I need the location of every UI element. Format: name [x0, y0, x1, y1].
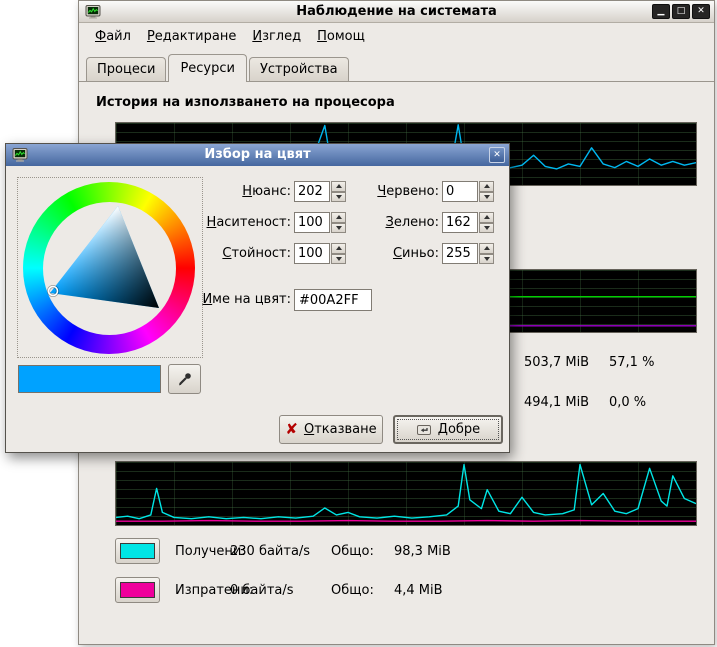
arrow-down-icon — [336, 226, 342, 230]
arrow-down-icon — [484, 257, 490, 261]
arrow-up-icon — [336, 184, 342, 188]
tab-resources[interactable]: Ресурси — [168, 54, 247, 82]
arrow-up-icon — [484, 184, 490, 188]
color-name-label: Име на цвят: — [186, 292, 291, 307]
cancel-button-label: Отказване — [304, 422, 377, 437]
received-color-swatch — [120, 543, 155, 559]
memory-percent: 57,1 % — [609, 355, 654, 370]
arrow-up-icon — [336, 246, 342, 250]
saturation-input[interactable] — [294, 212, 330, 233]
value-spin-up[interactable] — [331, 243, 346, 254]
main-titlebar[interactable]: Наблюдение на системата ▁ □ ✕ — [79, 1, 714, 23]
sent-rate: 0 байта/s — [230, 583, 294, 598]
eyedropper-button[interactable] — [168, 364, 201, 394]
minimize-button[interactable]: ▁ — [652, 4, 670, 19]
close-icon: ✕ — [697, 7, 705, 16]
received-total: 98,3 MiB — [394, 544, 451, 559]
color-name-input[interactable] — [294, 289, 372, 311]
saturation-spin-up[interactable] — [331, 212, 346, 223]
main-window-title: Наблюдение на системата — [79, 4, 714, 19]
hue-input[interactable] — [294, 181, 330, 202]
red-spin-up[interactable] — [479, 181, 494, 192]
tabstrip: Процеси Ресурси Устройства — [79, 53, 714, 82]
green-label: Зелено: — [356, 215, 439, 230]
swap-amount: 494,1 MiB — [524, 395, 589, 410]
minimize-icon: ▁ — [658, 7, 665, 16]
green-spin-down[interactable] — [479, 223, 494, 234]
sent-total: 4,4 MiB — [394, 583, 443, 598]
legend-row-sent: Изпратени: 0 байта/s Общо: 4,4 MiB — [115, 577, 695, 604]
enter-key-icon — [416, 422, 432, 438]
blue-spin-down[interactable] — [479, 254, 494, 265]
menu-file[interactable]: Файл — [87, 26, 139, 47]
value-input[interactable] — [294, 243, 330, 264]
cancel-button[interactable]: ✘ Отказване — [279, 415, 383, 444]
blue-spin-up[interactable] — [479, 243, 494, 254]
ok-button-label: Добре — [438, 422, 480, 437]
cancel-x-icon: ✘ — [285, 422, 298, 437]
memory-amount: 503,7 MiB — [524, 355, 589, 370]
hue-label: Нюанс: — [201, 184, 291, 199]
cpu-history-heading: История на използването на процесора — [96, 95, 395, 110]
sent-color-button[interactable] — [115, 577, 160, 603]
swap-percent: 0,0 % — [609, 395, 646, 410]
green-spinner — [479, 212, 494, 233]
menubar: Файл Редактиране Изглед Помощ — [79, 24, 714, 48]
arrow-up-icon — [336, 215, 342, 219]
received-total-label: Общо: — [331, 544, 374, 559]
sent-color-swatch — [120, 582, 155, 598]
hue-spin-up[interactable] — [331, 181, 346, 192]
ok-button[interactable]: Добре — [393, 415, 503, 444]
eyedropper-icon — [177, 371, 193, 387]
red-label: Червено: — [356, 184, 439, 199]
arrow-down-icon — [484, 226, 490, 230]
blue-spinner — [479, 243, 494, 264]
dialog-close-button[interactable]: ✕ — [489, 147, 505, 163]
network-history-graph — [115, 461, 697, 526]
saturation-value-triangle[interactable] — [18, 178, 204, 359]
saturation-label: Наситеност: — [201, 215, 291, 230]
arrow-down-icon — [336, 257, 342, 261]
arrow-down-icon — [336, 195, 342, 199]
menu-edit[interactable]: Редактиране — [139, 26, 244, 47]
hue-spin-down[interactable] — [331, 192, 346, 203]
desktop: Наблюдение на системата ▁ □ ✕ Файл Редак… — [0, 0, 717, 647]
value-label: Стойност: — [201, 246, 291, 261]
menu-view[interactable]: Изглед — [244, 26, 309, 47]
color-picker-dialog: Избор на цвят ✕ — [5, 143, 510, 453]
red-spinner — [479, 181, 494, 202]
value-spinner — [331, 243, 346, 264]
saturation-spin-down[interactable] — [331, 223, 346, 234]
legend-row-received: Получени: 230 байта/s Общо: 98,3 MiB — [115, 538, 695, 565]
green-spin-up[interactable] — [479, 212, 494, 223]
dialog-title: Избор на цвят — [6, 147, 509, 162]
sent-total-label: Общо: — [331, 583, 374, 598]
blue-label: Синьо: — [356, 246, 439, 261]
color-preview — [18, 365, 161, 393]
saturation-spinner — [331, 212, 346, 233]
tab-processes[interactable]: Процеси — [86, 57, 166, 81]
tab-devices[interactable]: Устройства — [249, 57, 349, 81]
arrow-up-icon — [484, 215, 490, 219]
dialog-titlebar[interactable]: Избор на цвят ✕ — [6, 144, 509, 166]
received-rate: 230 байта/s — [230, 544, 310, 559]
arrow-down-icon — [484, 195, 490, 199]
hue-spinner — [331, 181, 346, 202]
red-spin-down[interactable] — [479, 192, 494, 203]
maximize-icon: □ — [677, 7, 686, 16]
color-wheel-widget[interactable] — [17, 177, 203, 358]
menu-help[interactable]: Помощ — [309, 26, 373, 47]
received-color-button[interactable] — [115, 538, 160, 564]
value-spin-down[interactable] — [331, 254, 346, 265]
green-input[interactable] — [442, 212, 478, 233]
blue-input[interactable] — [442, 243, 478, 264]
close-button[interactable]: ✕ — [692, 4, 710, 19]
maximize-button[interactable]: □ — [672, 4, 690, 19]
red-input[interactable] — [442, 181, 478, 202]
arrow-up-icon — [484, 246, 490, 250]
dialog-close-icon: ✕ — [493, 150, 501, 160]
